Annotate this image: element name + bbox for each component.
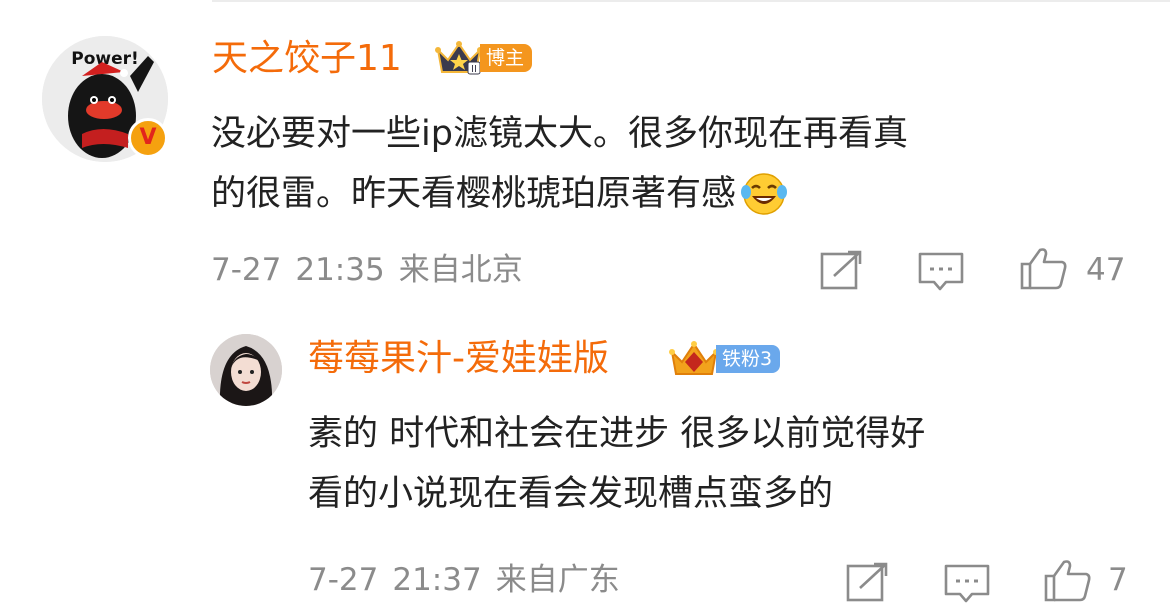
- laughing-crying-emoji-icon: [741, 173, 788, 215]
- repost-icon[interactable]: [846, 562, 890, 602]
- crown-icon: II: [435, 41, 483, 75]
- comment-meta: 7-27 21:35 来自北京: [211, 250, 523, 290]
- reply-like-count: 7: [1108, 562, 1128, 598]
- blogger-badge-label: 博主: [480, 44, 533, 72]
- crown-icon: [669, 341, 719, 375]
- reply-date: 7-27: [308, 562, 379, 598]
- fan-badge[interactable]: 铁粉3: [668, 340, 781, 378]
- comment-icon[interactable]: [918, 252, 964, 292]
- svg-text:II: II: [471, 64, 477, 75]
- reply-avatar[interactable]: [210, 334, 282, 406]
- comment-author-name[interactable]: 天之饺子11: [212, 34, 402, 84]
- blogger-badge[interactable]: II 博主: [434, 40, 533, 76]
- reply-text-line: 看的小说现在看会发现槽点蛮多的: [308, 474, 834, 514]
- comment-time: 21:35: [295, 252, 385, 288]
- reply-text: 素的 时代和社会在进步 很多以前觉得好 看的小说现在看会发现槽点蛮多的: [308, 404, 925, 524]
- comment-date: 7-27: [211, 252, 282, 288]
- comment-text-line: 的很雷。昨天看樱桃琥珀原著有感: [211, 164, 908, 224]
- portrait-avatar-image: [210, 334, 282, 406]
- reply-time: 21:37: [392, 562, 482, 598]
- reply-location: 来自广东: [495, 562, 620, 598]
- comment-text-line: 没必要对一些ip滤镜太大。很多你现在再看真: [211, 114, 908, 154]
- like-icon[interactable]: [1020, 246, 1068, 290]
- comment-text-line-2: 的很雷。昨天看樱桃琥珀原著有感: [211, 174, 737, 214]
- like-icon[interactable]: [1044, 558, 1092, 602]
- top-divider: [212, 0, 1170, 2]
- fan-badge-label: 铁粉3: [716, 345, 781, 373]
- comment-text: 没必要对一些ip滤镜太大。很多你现在再看真 的很雷。昨天看樱桃琥珀原著有感: [211, 104, 908, 224]
- verified-badge-icon: V: [128, 118, 168, 158]
- reply-meta: 7-27 21:37 来自广东: [308, 560, 620, 600]
- reply-author-name[interactable]: 莓莓果汁-爱娃娃版: [308, 334, 609, 384]
- comment-icon[interactable]: [944, 564, 990, 604]
- like-count: 47: [1086, 252, 1126, 288]
- comment-location: 来自北京: [398, 252, 523, 288]
- reply-text-line: 素的 时代和社会在进步 很多以前觉得好: [308, 414, 926, 454]
- repost-icon[interactable]: [820, 250, 864, 290]
